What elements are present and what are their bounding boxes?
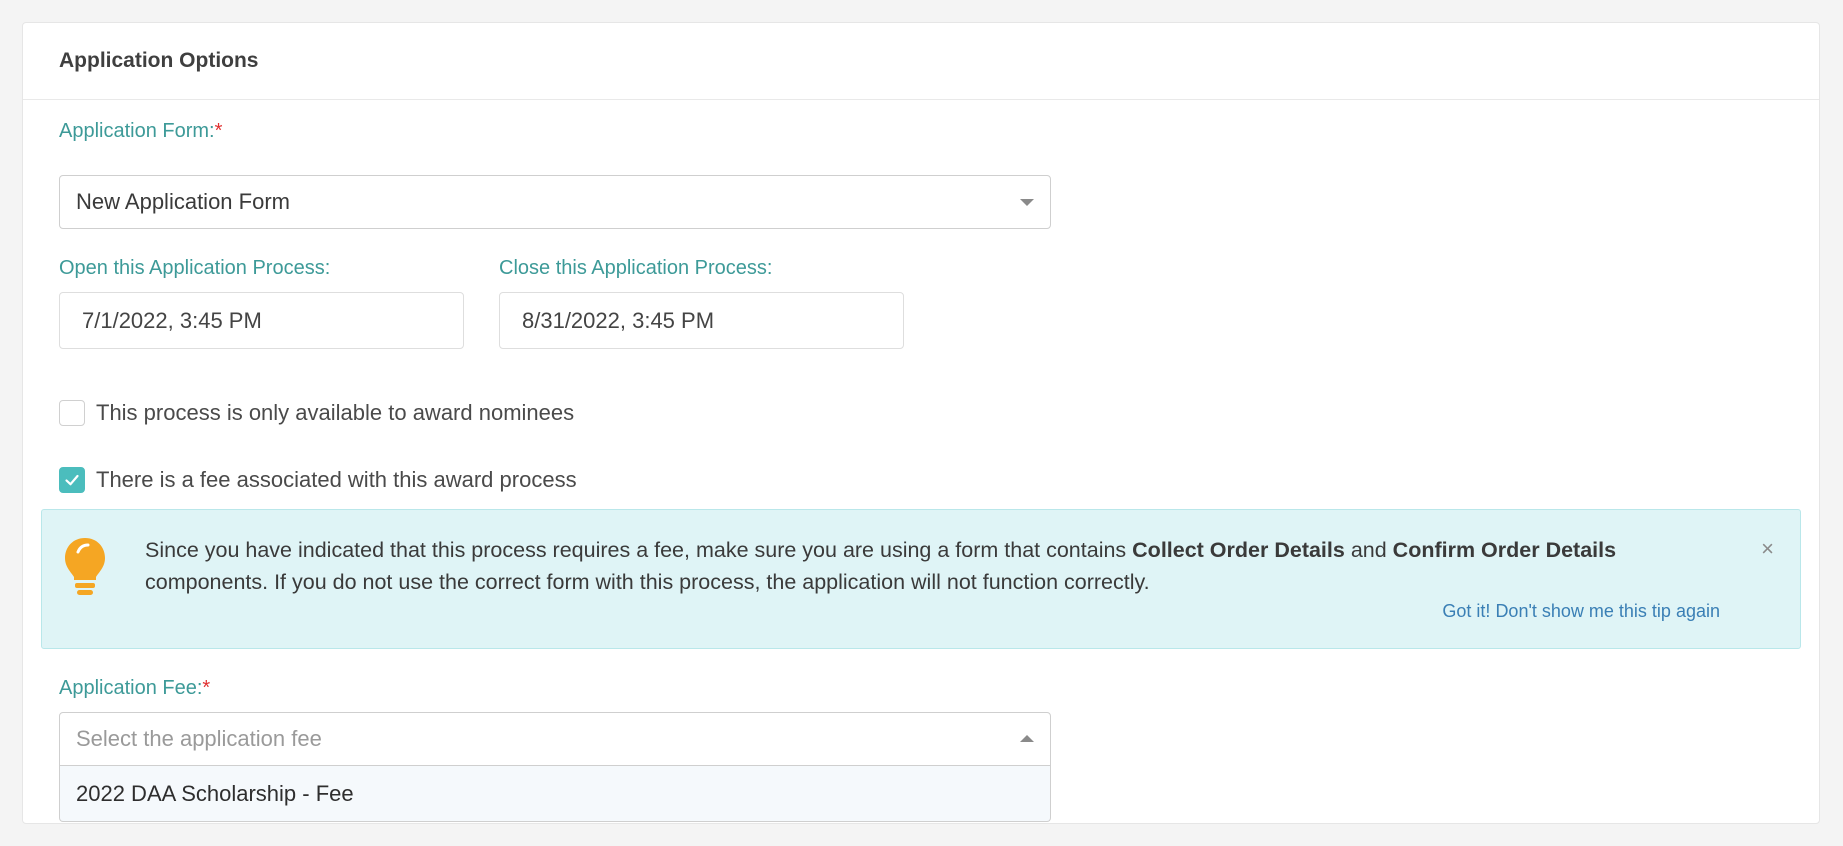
close-icon[interactable]: × bbox=[1761, 536, 1774, 562]
application-fee-placeholder: Select the application fee bbox=[76, 726, 322, 751]
has-fee-option: There is a fee associated with this awar… bbox=[59, 467, 577, 493]
open-process-label: Open this Application Process: bbox=[59, 257, 331, 279]
tip-bold-confirm-order-details: Confirm Order Details bbox=[1392, 538, 1617, 562]
open-process-date-value: 7/1/2022, 3:45 PM bbox=[82, 307, 262, 333]
nominees-only-label[interactable]: This process is only available to award … bbox=[96, 400, 574, 426]
panel-title: Application Options bbox=[59, 49, 259, 72]
close-process-label: Close this Application Process: bbox=[499, 257, 773, 279]
application-form-selected-value: New Application Form bbox=[76, 189, 290, 214]
required-mark: * bbox=[214, 120, 223, 142]
application-options-panel: Application Options Application Form:* N… bbox=[22, 22, 1820, 824]
application-form-label: Application Form:* bbox=[59, 120, 223, 142]
has-fee-label[interactable]: There is a fee associated with this awar… bbox=[96, 467, 577, 493]
required-mark: * bbox=[202, 677, 211, 699]
chevron-down-icon bbox=[1020, 199, 1034, 206]
tip-bold-collect-order-details: Collect Order Details bbox=[1132, 538, 1345, 562]
close-process-date-input[interactable]: 8/31/2022, 3:45 PM bbox=[499, 292, 904, 349]
lightbulb-icon bbox=[65, 538, 105, 595]
close-process-date-value: 8/31/2022, 3:45 PM bbox=[522, 307, 715, 333]
checkmark-icon bbox=[65, 474, 79, 486]
has-fee-checkbox[interactable] bbox=[59, 467, 85, 493]
application-fee-select[interactable]: Select the application fee bbox=[59, 712, 1051, 766]
dismiss-tip-link[interactable]: Got it! Don't show me this tip again bbox=[1442, 601, 1720, 622]
chevron-up-icon bbox=[1020, 735, 1034, 742]
panel-header: Application Options bbox=[23, 23, 1819, 100]
application-fee-option-label: 2022 DAA Scholarship - Fee bbox=[76, 780, 354, 806]
fee-tip-alert: Since you have indicated that this proce… bbox=[41, 509, 1801, 649]
open-process-date-input[interactable]: 7/1/2022, 3:45 PM bbox=[59, 292, 464, 349]
application-fee-label: Application Fee:* bbox=[59, 677, 211, 699]
nominees-only-checkbox[interactable] bbox=[59, 400, 85, 426]
nominees-only-option: This process is only available to award … bbox=[59, 400, 574, 426]
tip-message: Since you have indicated that this proce… bbox=[145, 538, 1617, 594]
application-fee-option[interactable]: 2022 DAA Scholarship - Fee bbox=[59, 766, 1051, 822]
application-form-select[interactable]: New Application Form bbox=[59, 175, 1051, 229]
